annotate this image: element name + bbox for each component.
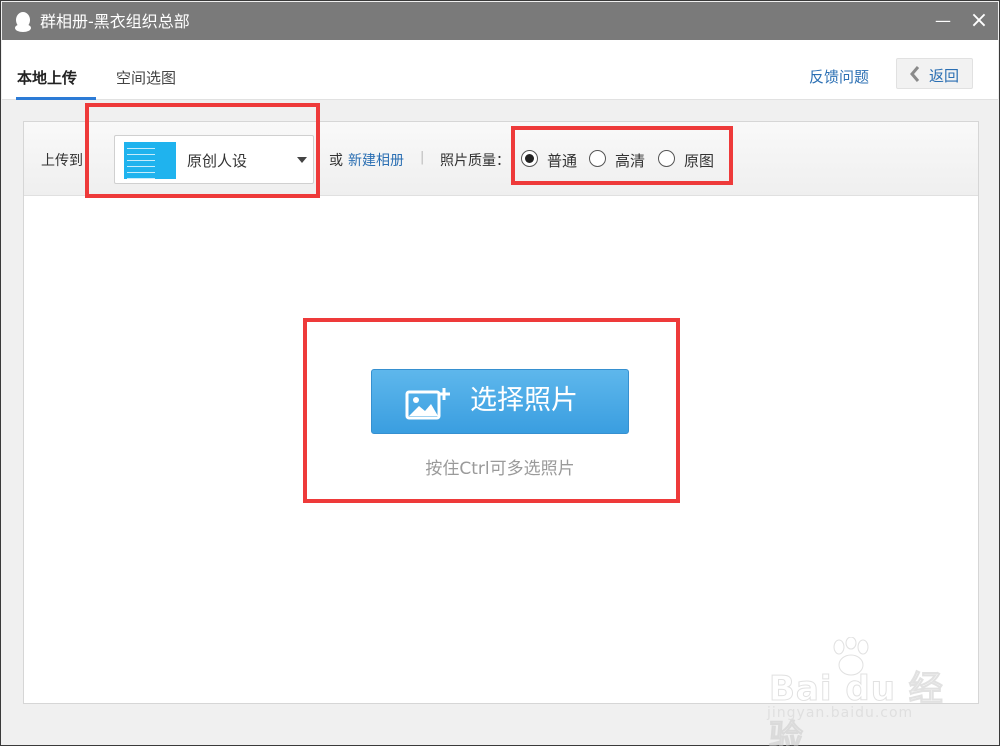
quality-radio-original[interactable] (658, 150, 675, 167)
album-thumbnail (124, 142, 176, 179)
multi-select-hint: 按住Ctrl可多选照片 (425, 459, 575, 479)
upload-toolbar: 上传到： 原创人设 或 新建相册 | 照片质量： 普通 高清 原图 (24, 122, 978, 196)
quality-label-hd[interactable]: 高清 (615, 150, 645, 171)
quality-label-normal[interactable]: 普通 (547, 150, 577, 171)
close-button[interactable]: × (968, 10, 990, 32)
baidu-jingyan-watermark: Bai du 经验 jingyan.baidu.com (761, 637, 961, 746)
quality-label-original[interactable]: 原图 (684, 150, 714, 171)
tab-space-select[interactable]: 空间选图 (116, 67, 176, 88)
chevron-left-icon (910, 66, 920, 82)
active-tab-indicator (16, 97, 96, 100)
window-title: 群相册-黑衣组织总部 (40, 12, 190, 31)
minimize-button[interactable]: — (932, 10, 954, 32)
album-name: 原创人设 (187, 152, 248, 170)
separator: | (420, 150, 425, 165)
tab-bar: 本地上传 空间选图 反馈问题 返回 (2, 40, 998, 100)
photo-quality-label: 照片质量： (440, 153, 510, 169)
select-photos-button[interactable]: 选择照片 (371, 369, 629, 434)
or-text: 或 (329, 153, 343, 169)
back-label: 返回 (929, 67, 960, 85)
tab-local-upload[interactable]: 本地上传 (17, 67, 77, 88)
quality-radio-hd[interactable] (589, 150, 606, 167)
upload-panel: 上传到： 原创人设 或 新建相册 | 照片质量： 普通 高清 原图 选择照片 按… (23, 121, 979, 704)
back-button[interactable]: 返回 (896, 58, 973, 89)
watermark-logo: Bai du 经验 (769, 669, 944, 746)
album-dropdown[interactable]: 原创人设 (114, 135, 314, 184)
add-photo-icon (405, 388, 450, 420)
watermark-url: jingyan.baidu.com (767, 705, 914, 721)
upload-to-label: 上传到： (41, 153, 97, 169)
album-upload-window: 群相册-黑衣组织总部 — × 本地上传 空间选图 反馈问题 返回 上传到： 原创… (0, 0, 1000, 746)
caret-down-icon (297, 157, 307, 163)
new-album-link[interactable]: 新建相册 (348, 150, 404, 170)
qq-penguin-icon (15, 12, 31, 32)
quality-radio-normal[interactable] (521, 150, 538, 167)
feedback-link[interactable]: 反馈问题 (809, 66, 869, 87)
photo-dropzone[interactable]: 选择照片 按住Ctrl可多选照片 (24, 196, 978, 703)
title-bar: 群相册-黑衣组织总部 — × (2, 2, 998, 40)
select-photos-label: 选择照片 (470, 385, 578, 416)
